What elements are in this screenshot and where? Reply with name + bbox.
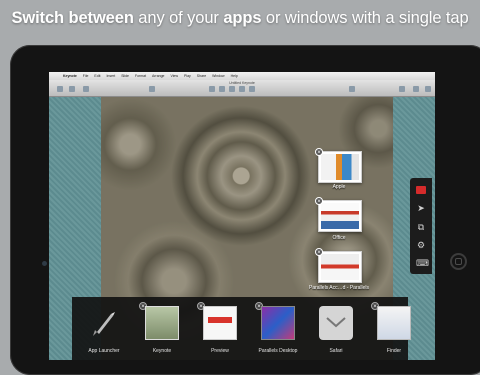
dock-item-label: Safari: [329, 348, 343, 354]
window-thumbnail-label: Office: [332, 235, 346, 241]
rocket-icon[interactable]: ➤: [416, 203, 426, 213]
headline: Switch between any of your apps or windo…: [0, 9, 480, 28]
window-thumbnail-apple[interactable]: ×: [315, 148, 362, 183]
toolbar-format-icon[interactable]: [399, 86, 405, 92]
mac-menubar: Keynote File Edit Insert Slide Format Ar…: [49, 72, 435, 80]
toolbar-play-icon[interactable]: [149, 86, 155, 92]
menu-item-arrange[interactable]: Arrange: [152, 74, 164, 78]
dock-item-keynote[interactable]: × Keynote: [136, 297, 188, 360]
thumbnail-image: [321, 203, 359, 229]
finder-icon: [377, 306, 411, 340]
headline-text-1: any of your: [133, 9, 224, 27]
camera-icon: [42, 261, 47, 266]
window-title: Untitled Keynote: [229, 81, 255, 85]
thumbnail-image: [321, 154, 359, 180]
gear-icon[interactable]: ⚙: [416, 240, 426, 250]
toolbar-text-icon[interactable]: [229, 86, 235, 92]
menu-item-insert[interactable]: Insert: [106, 74, 115, 78]
home-button[interactable]: [450, 253, 467, 270]
window-thumbnail-parallels[interactable]: ×: [315, 248, 362, 283]
windows-icon[interactable]: ⧉: [416, 222, 426, 232]
toolbar-add-slide-icon[interactable]: [83, 86, 89, 92]
dock-item-app-launcher[interactable]: App Launcher: [78, 297, 130, 360]
menu-item-play[interactable]: Play: [184, 74, 191, 78]
keynote-icon: [145, 306, 179, 340]
dock-item-finder[interactable]: × Finder: [368, 297, 420, 360]
menu-item-slide[interactable]: Slide: [121, 74, 129, 78]
dock-item-label: Preview: [211, 348, 229, 354]
headline-bold-2: apps: [223, 9, 262, 27]
toolbar-animate-icon[interactable]: [413, 86, 419, 92]
dock-item-parallels-desktop[interactable]: × Parallels Desktop: [252, 297, 304, 360]
rocket-icon: [87, 306, 121, 340]
toolbar-chart-icon[interactable]: [219, 86, 225, 92]
close-icon[interactable]: ×: [315, 197, 323, 205]
dock-item-label: Parallels Desktop: [258, 348, 298, 354]
dock-item-preview[interactable]: × Preview: [194, 297, 246, 360]
toolbar-table-icon[interactable]: [209, 86, 215, 92]
dock-item-label: App Launcher: [88, 348, 120, 354]
close-icon[interactable]: ×: [315, 248, 323, 256]
menu-item-help[interactable]: Help: [231, 74, 238, 78]
menu-item-window[interactable]: Window: [212, 74, 224, 78]
red-square-icon[interactable]: [416, 186, 426, 194]
window-thumbnail-label: Apple: [332, 184, 346, 190]
toolbar-share-icon[interactable]: [349, 86, 355, 92]
toolbar-shape-icon[interactable]: [239, 86, 245, 92]
menu-item-format[interactable]: Format: [135, 74, 146, 78]
parallels-desktop-icon: [261, 306, 295, 340]
close-icon[interactable]: ×: [315, 148, 323, 156]
toolbar-media-icon[interactable]: [249, 86, 255, 92]
headline-bold-1: Switch between: [11, 9, 134, 27]
menu-item-edit[interactable]: Edit: [94, 74, 100, 78]
window-thumbnail-label: Parallels Acc…d - Parallels: [309, 285, 370, 291]
toolbar-zoom-icon[interactable]: [69, 86, 75, 92]
window-thumbnail-office[interactable]: ×: [315, 197, 362, 232]
keyboard-icon[interactable]: ⌨: [416, 258, 429, 268]
dock-item-label: Finder: [386, 348, 402, 354]
toolbar-view-icon[interactable]: [57, 86, 63, 92]
menu-item-view[interactable]: View: [170, 74, 178, 78]
headline-text-2: or windows with a single tap: [261, 9, 469, 27]
dock-item-label: Keynote: [152, 348, 172, 354]
app-switcher-dock: App Launcher × Keynote × Preview × Paral…: [72, 297, 411, 360]
right-sidebar: ➤ ⧉ ⚙ ⌨: [410, 178, 432, 274]
menu-item-share[interactable]: Share: [197, 74, 206, 78]
toolbar-document-icon[interactable]: [425, 86, 431, 92]
keynote-toolbar: Untitled Keynote: [49, 80, 435, 97]
thumbnail-image: [321, 254, 359, 280]
dock-item-safari[interactable]: Safari: [310, 297, 362, 360]
menu-app-name[interactable]: Keynote: [63, 74, 77, 78]
preview-icon: [203, 306, 237, 340]
safari-icon: [319, 306, 353, 340]
menu-item-file[interactable]: File: [83, 74, 89, 78]
